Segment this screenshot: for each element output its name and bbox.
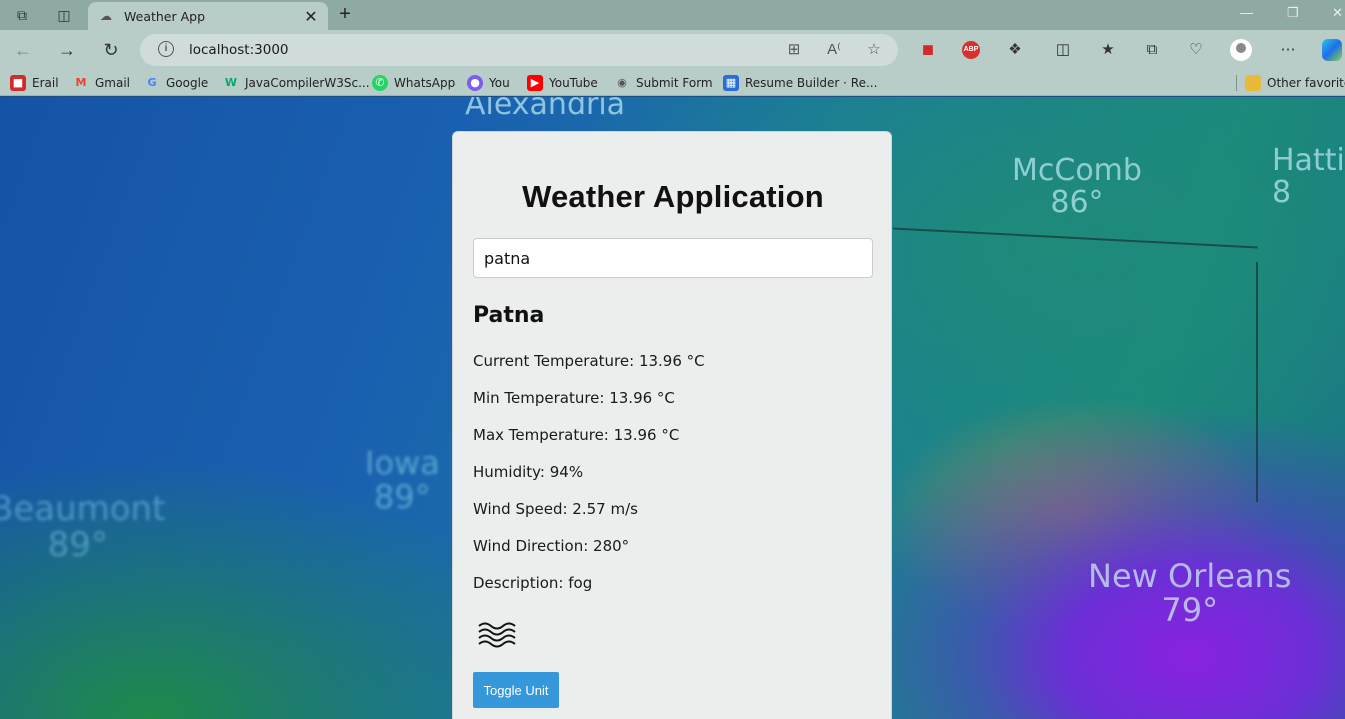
- map-label-alexandria: Alexandria: [465, 97, 626, 122]
- whatsapp-icon: ✆: [372, 75, 388, 91]
- new-tab-button[interactable]: +: [335, 3, 355, 26]
- city-search-input[interactable]: [473, 238, 873, 278]
- split-screen-icon[interactable]: ◫: [1051, 38, 1075, 62]
- tab-favicon-icon: ☁: [100, 9, 112, 23]
- humidity: Humidity: 94%: [473, 463, 584, 481]
- close-window-icon[interactable]: ✕: [1332, 5, 1343, 21]
- browser-toolbar: ← → ↻ i localhost:3000 ⊞ A⁽ ☆ ◼ ABP ❖ ◫ …: [0, 30, 1345, 70]
- extensions-icon[interactable]: ❖: [1003, 38, 1027, 62]
- tab-weather-app[interactable]: ☁ Weather App ✕: [88, 2, 328, 30]
- bookmark-youtube[interactable]: ▶ YouTube: [527, 74, 598, 92]
- back-arrow-icon[interactable]: ←: [12, 39, 34, 61]
- erail-extension-icon[interactable]: ◼: [916, 38, 940, 62]
- url-text[interactable]: localhost:3000: [189, 42, 289, 58]
- map-label-mccomb: McComb 86°: [1012, 153, 1142, 220]
- youtube-icon: ▶: [527, 75, 543, 91]
- bookmark-whatsapp[interactable]: ✆ WhatsApp: [372, 74, 455, 92]
- wind-direction: Wind Direction: 280°: [473, 537, 630, 555]
- bookmark-erail[interactable]: ■ Erail: [10, 74, 59, 92]
- profile-avatar-icon[interactable]: [1230, 39, 1252, 61]
- site-info-icon[interactable]: i: [158, 41, 174, 57]
- wind-speed: Wind Speed: 2.57 m/s: [473, 500, 638, 518]
- max-temperature: Max Temperature: 13.96 °C: [473, 426, 680, 444]
- map-border-line: [1256, 262, 1258, 502]
- bookmarks-divider: [1236, 75, 1237, 91]
- copilot-icon[interactable]: [1322, 39, 1342, 61]
- read-aloud-icon[interactable]: A⁽: [824, 40, 844, 58]
- bookmark-you[interactable]: ● You: [467, 74, 510, 92]
- minimize-icon[interactable]: —: [1240, 5, 1253, 20]
- collections-icon[interactable]: ⧉: [1140, 38, 1164, 62]
- you-icon: ●: [467, 75, 483, 91]
- bookmark-resume-builder[interactable]: ▦ Resume Builder · Re...: [723, 74, 877, 92]
- page-viewport: Alexandria McComb 86° Hatti 8 Iowa 89° B…: [0, 97, 1345, 719]
- page-title: Weather Application: [522, 179, 824, 214]
- app-available-icon[interactable]: ⊞: [784, 40, 804, 58]
- map-label-iowa: Iowa 89°: [365, 444, 440, 516]
- map-label-beaumont: Beaumont 89°: [0, 489, 166, 565]
- min-temperature: Min Temperature: 13.96 °C: [473, 389, 675, 407]
- toggle-unit-button[interactable]: Toggle Unit: [473, 672, 559, 708]
- workspaces-icon[interactable]: ⧉: [11, 5, 33, 25]
- map-label-hattiesburg: Hatti 8: [1272, 143, 1345, 210]
- favorite-star-icon[interactable]: ☆: [864, 40, 884, 58]
- refresh-icon[interactable]: ↻: [100, 39, 122, 61]
- browser-essentials-icon[interactable]: ♡: [1184, 38, 1208, 62]
- bookmark-submit-form[interactable]: ◉ Submit Form: [614, 74, 712, 92]
- weather-description: Description: fog: [473, 574, 593, 592]
- bookmark-gmail[interactable]: M Gmail: [73, 74, 131, 92]
- favorites-icon[interactable]: ★: [1096, 38, 1120, 62]
- tab-title: Weather App: [124, 9, 206, 24]
- tab-strip: ⧉ ◫ ☁ Weather App ✕ + — ❐ ✕: [0, 0, 1345, 30]
- restore-icon[interactable]: ❐: [1287, 5, 1299, 21]
- erail-icon: ■: [10, 75, 26, 91]
- city-name: Patna: [473, 303, 545, 328]
- bookmark-google[interactable]: G Google: [144, 74, 208, 92]
- folder-icon: [1245, 75, 1261, 91]
- gmail-icon: M: [75, 76, 87, 89]
- close-tab-icon[interactable]: ✕: [302, 7, 320, 27]
- bookmark-other-favorites[interactable]: Other favorites: [1245, 74, 1345, 92]
- google-icon: G: [147, 76, 157, 89]
- address-bar[interactable]: i localhost:3000 ⊞ A⁽ ☆: [140, 34, 898, 66]
- adblock-plus-icon[interactable]: ABP: [962, 41, 980, 59]
- current-temperature: Current Temperature: 13.96 °C: [473, 352, 705, 370]
- weather-card: Weather Application Patna Current Temper…: [452, 131, 892, 719]
- map-border-line: [893, 227, 1258, 249]
- bookmarks-bar: ■ Erail M Gmail G Google W JavaCompilerW3Sc.…: [0, 70, 1345, 96]
- more-menu-icon[interactable]: ⋯: [1276, 38, 1300, 62]
- form-icon: ◉: [617, 76, 627, 89]
- bookmark-javacompiler[interactable]: W JavaCompilerW3Sc...: [223, 74, 370, 92]
- w3schools-icon: W: [224, 76, 238, 89]
- fog-icon: [478, 622, 516, 648]
- resume-icon: ▦: [723, 75, 739, 91]
- forward-arrow-icon[interactable]: →: [56, 39, 78, 61]
- vertical-tabs-icon[interactable]: ◫: [53, 5, 75, 25]
- map-label-new-orleans: New Orleans 79°: [1088, 557, 1292, 629]
